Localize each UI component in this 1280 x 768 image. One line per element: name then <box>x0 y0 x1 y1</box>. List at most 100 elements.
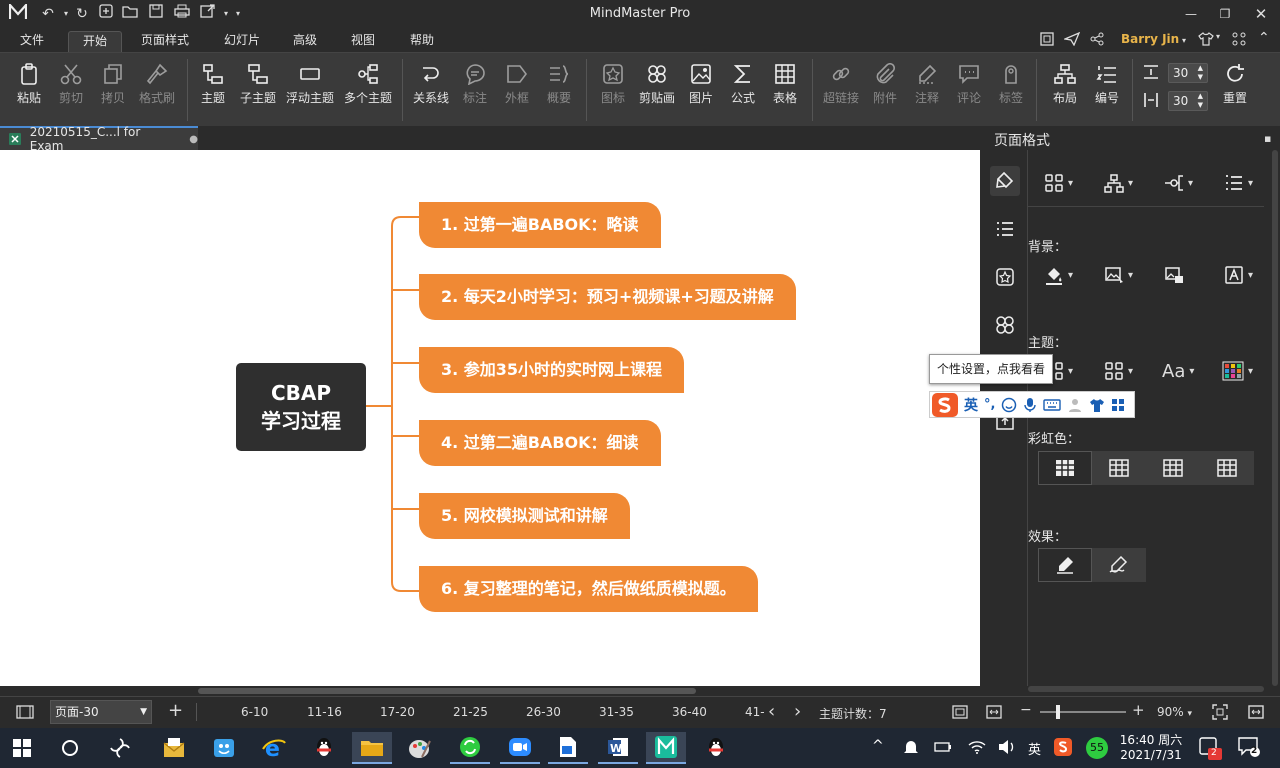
user-icon[interactable] <box>1067 397 1083 413</box>
branch-topic-4[interactable]: 4. 过第二遍BABOK：细读 <box>419 420 661 466</box>
word-app-icon[interactable]: W <box>598 732 638 764</box>
zoom-in-icon[interactable]: + <box>1132 701 1145 719</box>
subtopic-button[interactable]: 子主题 <box>236 59 280 121</box>
fullscreen-icon[interactable] <box>1040 32 1054 49</box>
search-circle-icon[interactable] <box>50 732 90 764</box>
ime-toolbar[interactable]: 英 °, <box>929 391 1135 418</box>
boundary-button[interactable]: 外框 <box>498 59 536 121</box>
redo-icon[interactable]: ↻ <box>72 4 92 24</box>
connector-style-dropdown[interactable]: ▾ <box>1164 168 1193 198</box>
summary-button[interactable]: 概要 <box>540 59 578 121</box>
outline-tab-icon[interactable] <box>990 214 1020 244</box>
print-icon[interactable] <box>172 4 192 24</box>
horizontal-scrollbar-thumb[interactable] <box>198 688 696 694</box>
mindmap-canvas[interactable]: CBAP 学习过程 1. 过第一遍BABOK：略读 2. 每天2小时学习：预习+… <box>0 150 980 686</box>
copy-button[interactable]: 拷贝 <box>94 59 132 121</box>
multiple-topics-button[interactable]: 多个主题 <box>340 59 396 121</box>
attachment-button[interactable]: 附件 <box>866 59 904 121</box>
input-language[interactable]: 英 <box>1028 739 1041 758</box>
fit-page-icon[interactable] <box>952 705 968 722</box>
cut-button[interactable]: 剪切 <box>52 59 90 121</box>
structure-dropdown[interactable]: ▾ <box>1104 168 1133 198</box>
theme-color-dropdown[interactable]: ▾ <box>1222 356 1253 386</box>
floating-topic-button[interactable]: 浮动主题 <box>284 59 336 121</box>
notification-bell-icon[interactable] <box>904 740 918 759</box>
zoom-app-icon[interactable] <box>500 732 540 764</box>
topic-button[interactable]: 主题 <box>194 59 232 121</box>
rainbow-option-2[interactable] <box>1092 451 1146 485</box>
qq-app-2-icon[interactable] <box>696 732 736 764</box>
page-format-tab-icon[interactable] <box>990 166 1020 196</box>
effect-option-handdrawn[interactable] <box>1092 548 1146 582</box>
skin-dropdown-icon[interactable]: ▾ <box>1216 32 1220 41</box>
note-button[interactable]: 注释 <box>908 59 946 121</box>
file-explorer-icon[interactable] <box>352 732 392 764</box>
page-range-26-30[interactable]: 26-30 <box>526 705 561 719</box>
pin-panel-icon[interactable]: ▪ <box>1264 132 1271 145</box>
menu-help[interactable]: 帮助 <box>400 31 444 52</box>
focus-mode-icon[interactable] <box>1212 704 1228 723</box>
qq-app-icon[interactable] <box>304 732 344 764</box>
fullscreen-mode-icon[interactable] <box>1248 704 1264 723</box>
wifi-icon[interactable] <box>968 739 986 758</box>
notification-app-icon[interactable] <box>1198 736 1222 763</box>
save-icon[interactable] <box>146 4 166 24</box>
panel-scrollbar[interactable] <box>1271 150 1279 686</box>
theme-font-dropdown[interactable]: Aa ▾ <box>1162 356 1194 386</box>
restore-button[interactable]: ❐ <box>1210 3 1240 25</box>
slide-panel-icon[interactable] <box>16 705 34 722</box>
sogou-logo-icon[interactable] <box>932 392 958 417</box>
zoom-level[interactable]: 90% ▾ <box>1157 705 1192 719</box>
menu-page-style[interactable]: 页面样式 <box>131 31 199 52</box>
user-account[interactable]: Barry Jin ▾ <box>1121 32 1186 46</box>
page-next-icon[interactable]: › <box>794 701 801 722</box>
fit-width-icon[interactable] <box>986 705 1002 722</box>
apps-grid-icon[interactable] <box>1232 32 1246 49</box>
page-select[interactable]: 页面-30 ▼ <box>50 700 152 724</box>
rainbow-option-3[interactable] <box>1146 451 1200 485</box>
skin-icon[interactable] <box>1198 32 1214 49</box>
task-view-icon[interactable] <box>100 732 140 764</box>
page-range-41[interactable]: 41- <box>745 705 765 719</box>
menu-advanced[interactable]: 高级 <box>283 31 327 52</box>
ie-browser-icon[interactable]: e <box>254 732 294 764</box>
clock-date[interactable]: 2021/7/31 <box>1118 748 1184 762</box>
emoji-icon[interactable] <box>1001 397 1017 413</box>
page-range-36-40[interactable]: 36-40 <box>672 705 707 719</box>
zoom-slider-handle[interactable] <box>1056 705 1060 719</box>
paste-button[interactable]: 粘贴 <box>8 59 50 121</box>
horizontal-scrollbar[interactable] <box>0 686 980 696</box>
mail-app-icon[interactable] <box>154 732 194 764</box>
tag-button[interactable]: 标签 <box>992 59 1030 121</box>
page-range-11-16[interactable]: 11-16 <box>307 705 342 719</box>
horizontal-spacing-input[interactable]: 30 ▲ ▼ <box>1168 63 1208 83</box>
personalize-tooltip[interactable]: 个性设置，点我看看 <box>929 354 1053 384</box>
relationship-button[interactable]: 关系线 <box>410 59 452 121</box>
export-icon[interactable] <box>198 4 218 24</box>
hyperlink-button[interactable]: 超链接 <box>820 59 862 121</box>
page-range-31-35[interactable]: 31-35 <box>599 705 634 719</box>
battery-icon[interactable] <box>934 740 952 757</box>
ime-mode-label[interactable]: 英 <box>964 395 978 415</box>
quick-access-customize-icon[interactable]: ▾ <box>228 4 248 24</box>
icon-button[interactable]: 图标 <box>594 59 632 121</box>
branch-topic-1[interactable]: 1. 过第一遍BABOK：略读 <box>419 202 661 248</box>
share-icon[interactable] <box>1090 32 1104 49</box>
page-prev-icon[interactable]: ‹ <box>768 701 775 722</box>
sync-app-icon[interactable] <box>450 732 490 764</box>
menu-slides[interactable]: 幻灯片 <box>214 31 270 52</box>
callout-button[interactable]: 标注 <box>456 59 494 121</box>
publish-icon[interactable] <box>1062 31 1081 49</box>
branch-topic-5[interactable]: 5. 网校模拟测试和讲解 <box>419 493 630 539</box>
branch-topic-6[interactable]: 6. 复习整理的笔记，然后做纸质模拟题。 <box>419 566 758 612</box>
punctuation-icon[interactable]: °, <box>984 397 995 412</box>
watermark-text-dropdown[interactable]: ▾ <box>1224 260 1253 290</box>
page-range-17-20[interactable]: 17-20 <box>380 705 415 719</box>
skin-shirt-icon[interactable] <box>1089 397 1105 413</box>
show-hidden-icons-icon[interactable]: ^ <box>872 738 884 754</box>
branch-topic-3[interactable]: 3. 参加35小时的实时网上课程 <box>419 347 685 393</box>
layout-style-dropdown[interactable]: ▾ <box>1044 168 1073 198</box>
explorer-app-icon[interactable] <box>204 732 244 764</box>
panel-horizontal-scrollbar[interactable] <box>1028 686 1264 692</box>
page-range-21-25[interactable]: 21-25 <box>453 705 488 719</box>
